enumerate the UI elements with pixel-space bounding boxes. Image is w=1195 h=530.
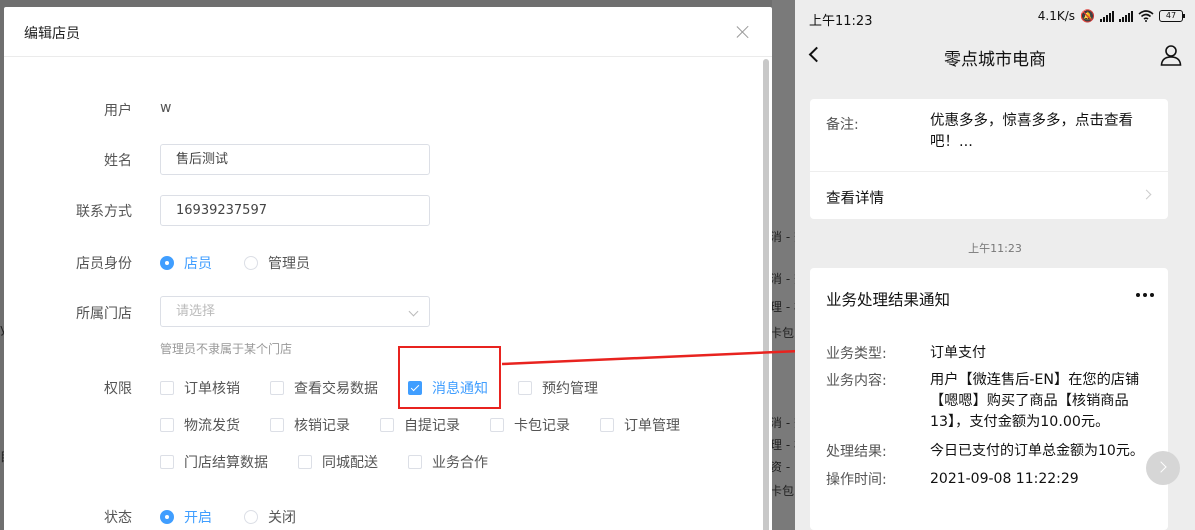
more-icon[interactable]	[1136, 293, 1154, 297]
row-key: 业务类型:	[826, 346, 887, 362]
chevron-right-icon	[1141, 189, 1152, 200]
row-key: 业务内容:	[826, 373, 887, 389]
wifi-icon	[1138, 10, 1154, 22]
mute-icon: 🔕	[1080, 9, 1095, 23]
note-label: 备注:	[826, 117, 859, 133]
battery-icon: 47	[1159, 10, 1185, 22]
view-details-link[interactable]: 查看详情	[826, 187, 884, 208]
nav-bar: 零点城市电商	[795, 34, 1195, 84]
message-timestamp: 上午11:23	[968, 242, 1022, 255]
divider	[810, 171, 1168, 172]
row-value: 2021-09-08 11:22:29	[930, 471, 1079, 487]
nav-title: 零点城市电商	[944, 50, 1046, 70]
row-value: 用户【微连售后-EN】在您的店铺【嗯嗯】购买了商品【核销商品13】，支付金额为1…	[930, 372, 1140, 430]
user-icon[interactable]	[1160, 44, 1182, 66]
notification-card: 业务处理结果通知 业务类型: 订单支付 业务内容: 用户【微连售后-EN】在您的…	[810, 268, 1168, 530]
note-text: 优惠多多，惊喜多多，点击查看吧！...	[930, 113, 1133, 150]
signal-icon	[1119, 10, 1133, 22]
row-key: 处理结果:	[826, 444, 887, 460]
phone-screen: 上午11:23 4.1K/s 🔕 47 零点城市电商 备注: 优惠多多，惊喜多多…	[795, 0, 1195, 530]
floating-next-button[interactable]	[1146, 451, 1180, 485]
status-bar: 上午11:23 4.1K/s 🔕 47	[795, 0, 1195, 34]
status-time: 上午11:23	[809, 14, 873, 29]
network-speed: 4.1K/s	[1037, 9, 1076, 23]
row-value: 订单支付	[930, 345, 986, 361]
notification-title: 业务处理结果通知	[826, 291, 951, 309]
row-key: 操作时间:	[826, 472, 887, 488]
row-value: 今日已支付的订单总金额为10元。	[930, 443, 1144, 459]
signal-icon	[1100, 10, 1114, 22]
message-card-preview: 备注: 优惠多多，惊喜多多，点击查看吧！... 查看详情	[810, 99, 1168, 219]
